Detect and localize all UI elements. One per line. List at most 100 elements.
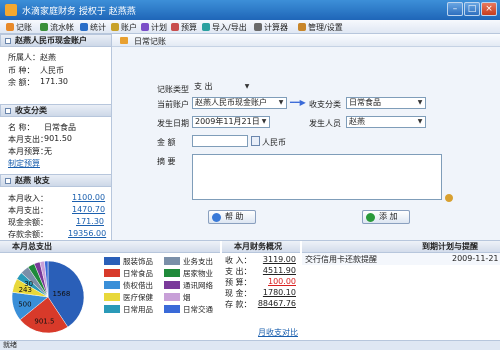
amount-label: 金 额 [157,138,176,147]
legend-label: 日常交通 [183,305,213,314]
balance-label: 余 额： [8,78,35,87]
account-group-header[interactable]: 赵燕人民币现金账户 [0,34,112,47]
finance-value[interactable]: 100.00 [256,277,296,286]
category-group-header[interactable]: 收支分类 [0,104,112,117]
finance-label: 预 算： [225,278,252,287]
owner-value: 赵燕 [40,53,56,62]
income-row-label: 现金余额： [8,218,48,227]
finance-value[interactable]: 1780.10 [256,288,296,297]
date-picker[interactable]: 2009年11月21日 ▼ [192,116,270,128]
finance-label: 存 款： [225,300,252,309]
finance-label: 现 金： [225,289,252,298]
help-icon [212,213,221,222]
memo-textarea[interactable] [192,154,442,200]
legend-swatch [164,257,180,265]
legend-swatch [164,293,180,301]
edit-icon[interactable] [445,194,453,202]
reminder-date: 2009-11-21 [452,254,499,263]
account-label: 当前账户 [157,100,189,109]
income-row-value[interactable]: 1100.00 [72,193,105,202]
finance-value[interactable]: 88467.76 [256,299,296,308]
finance-value[interactable]: 3119.00 [256,255,296,264]
finance-label: 支 出： [225,267,252,276]
reminder-text: 交行信用卡还款提醒 [305,255,377,264]
chevron-down-icon: ▼ [417,99,423,106]
chevron-down-icon: ▼ [244,83,250,90]
compare-link[interactable]: 月收支对比 [258,327,298,338]
category-select[interactable]: 日常食品 ▼ [346,97,426,109]
memo-label: 摘 要 [157,157,176,166]
toolbar-import-export[interactable]: 导入/导出 [202,21,247,33]
toolbar-jihua[interactable]: 计划 [141,21,167,33]
income-row-value[interactable]: 171.30 [76,217,104,226]
month-expense-value: 901.50 [44,134,72,143]
income-row-value[interactable]: 19356.00 [68,229,106,238]
legend-label: 日常用品 [123,305,153,314]
finance-summary: 收 入： 3119.00 支 出： 4511.90 预 算： 100.00 现 金： 1780… [222,255,300,339]
toolbar-zhanghu[interactable]: 账户 [111,21,137,33]
month-budget-value: 无 [44,147,52,156]
finance-panel-header: 本月财务概况 [222,241,300,253]
maximize-button[interactable]: □ [464,2,480,16]
reminder-item[interactable]: 交行信用卡还款提醒 2009-11-21 [302,253,500,265]
toolbar-jizhang[interactable]: 记账 [6,21,32,33]
amount-input[interactable] [192,135,248,147]
status-text: 就绪 [3,341,17,349]
legend-swatch [164,269,180,277]
ledger-icon [40,23,48,31]
close-button[interactable]: × [481,2,497,16]
minimize-button[interactable]: – [447,2,463,16]
pen-icon [6,23,14,31]
currency-label: 币 种： [8,66,35,75]
form-header: 日常记账 [112,34,500,47]
reminder-panel-header: 到期计划与提醒 [302,241,500,253]
type-label: 记账类型 [157,85,189,94]
finance-value[interactable]: 4511.90 [256,266,296,275]
pen-icon [120,37,128,44]
expense-panel-header: 本月总支出 [0,241,220,253]
pie-data-label: 30 [24,280,33,288]
toolbar: 记账 流水帐 统计 账户 计划 预算 导入/导出 计算器 管理/设置 [0,20,500,34]
pie-data-label: 1568 [52,290,70,298]
set-budget-link[interactable]: 制定预算 [8,158,40,169]
window-title: 水滴家庭财务 授权于 赵燕燕 [22,7,136,17]
add-button[interactable]: 添 加 [362,210,410,224]
pie-legend: 服装饰品 业务支出 日常食品 居家物业 债权借出 通讯网络 医疗保健 烟日常用品 日常交通 [100,255,220,335]
calculator-icon [254,23,262,31]
bottom-panel: 本月总支出 1568 901.5 500 243 30 服装饰品 业务支出 日常食品 居家物业… [0,240,500,340]
toolbar-yusuan[interactable]: 预算 [171,21,197,33]
left-panel: 赵燕人民币现金账户 所属人： 赵燕 币 种： 人民币 余 额： 171.30 收… [0,34,112,240]
currency-value: 人民币 [40,66,64,75]
toolbar-liushuizhang[interactable]: 流水帐 [40,21,74,33]
category-name-value: 日常食品 [44,123,76,132]
import-export-icon [202,23,210,31]
person-select[interactable]: 赵燕 ▼ [346,116,426,128]
amount-unit: 人民币 [262,138,286,147]
type-select[interactable]: 支 出 ▼ [192,82,252,94]
arrow-right-icon: ━━▶ [290,98,306,107]
toolbar-tongji[interactable]: 统计 [80,21,106,33]
title-bar: 水滴家庭财务 授权于 赵燕燕 – □ × [0,0,500,20]
income-row-value[interactable]: 1470.70 [72,205,105,214]
income-group-header[interactable]: 赵燕 收支 [0,174,112,187]
legend-swatch [104,305,120,313]
legend-label: 居家物业 [183,269,213,278]
income-row-label: 本月收入： [8,194,48,203]
calculator-icon[interactable] [251,136,260,146]
date-label: 发生日期 [157,119,189,128]
toolbar-calculator[interactable]: 计算器 [254,21,288,33]
plan-icon [141,23,149,31]
account-icon [111,23,119,31]
legend-swatch [164,305,180,313]
finance-label: 收 入： [225,256,252,265]
pie-data-label: 901.5 [34,318,54,326]
help-button[interactable]: 帮 助 [208,210,256,224]
owner-label: 所属人： [8,53,40,62]
legend-label: 日常食品 [123,269,153,278]
budget-icon [171,23,179,31]
status-bar: 就绪 [0,340,500,350]
account-select[interactable]: 赵燕人民币现金账户 ▼ [192,97,287,109]
legend-label: 通讯网络 [183,281,213,290]
form-tab-title[interactable]: 日常记账 [134,36,166,47]
toolbar-settings[interactable]: 管理/设置 [298,21,343,33]
